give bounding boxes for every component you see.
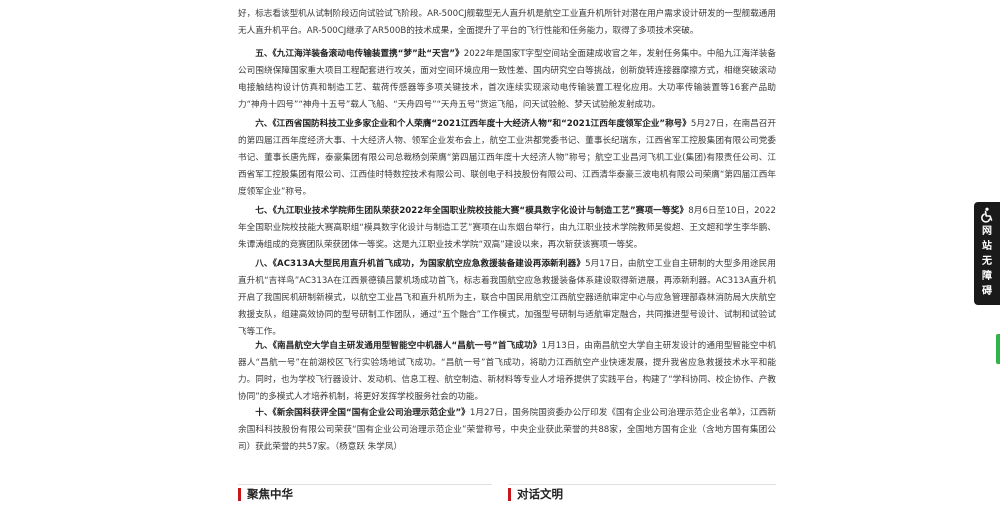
side-indicator <box>996 334 1000 364</box>
paragraph-title: 五、《九江海洋装备滚动电传输装置携“梦”赴“天宫”》 <box>255 49 464 59</box>
section-dialogue-civilization: 对话文明 <box>508 484 776 507</box>
paragraph-10: 十、《新余国科获评全国“国有企业公司治理示范企业”》1月27日，国务院国资委办公… <box>238 405 776 456</box>
accessibility-label: 网站无障碍 <box>982 226 992 297</box>
paragraph-6: 六、《江西省国防科技工业多家企业和个人荣膺“2021江西年度十大经济人物”和“2… <box>238 116 776 201</box>
paragraph-text: 5月27日，在南昌召开的第四届江西年度经济大事、十大经济人物、领军企业发布会上，… <box>238 119 777 197</box>
section-focus-china: 聚焦中华 <box>238 484 492 507</box>
paragraph-title: 九、《南昌航空大学自主研发通用型智能空中机器人“昌航一号”首飞成功》 <box>255 341 542 351</box>
section-title[interactable]: 聚焦中华 <box>247 486 293 502</box>
paragraph-title: 六、《江西省国防科技工业多家企业和个人荣膺“2021江西年度十大经济人物”和“2… <box>255 119 691 129</box>
paragraph-text: 5月17日，由航空工业自主研制的大型多用途民用直升机“吉祥鸟”AC313A在江西… <box>238 259 777 337</box>
paragraph-text: 社会飞行，AR-500C成载无人直升机配于无人机领域，领域学、研究、着有、注、元… <box>238 0 776 36</box>
paragraph-title: 七、《九江职业技术学院师生团队荣获2022年全国职业院校技能大赛“模具数字化设计… <box>255 206 689 216</box>
paragraph-4-tail: 社会飞行，AR-500C成载无人直升机配于无人机领域，领域学、研究、着有、注、元… <box>238 0 776 40</box>
paragraph-9: 九、《南昌航空大学自主研发通用型智能空中机器人“昌航一号”首飞成功》1月13日，… <box>238 338 776 406</box>
paragraph-title: 八、《AC313A大型民用直升机首飞成功，为国家航空应急救援装备建设再添新利器》 <box>255 259 586 269</box>
section-title[interactable]: 对话文明 <box>517 486 563 502</box>
paragraph-5: 五、《九江海洋装备滚动电传输装置携“梦”赴“天宫”》2022年是国家T字型空间站… <box>238 46 776 114</box>
section-accent-bar <box>238 488 241 501</box>
accessibility-button[interactable]: 网站无障碍 <box>974 202 1000 305</box>
paragraph-title: 十、《新余国科获评全国“国有企业公司治理示范企业”》 <box>255 408 470 418</box>
paragraph-8: 八、《AC313A大型民用直升机首飞成功，为国家航空应急救援装备建设再添新利器》… <box>238 256 776 341</box>
paragraph-7: 七、《九江职业技术学院师生团队荣获2022年全国职业院校技能大赛“模具数字化设计… <box>238 203 776 254</box>
wheelchair-icon <box>981 207 993 223</box>
section-accent-bar <box>508 488 511 501</box>
